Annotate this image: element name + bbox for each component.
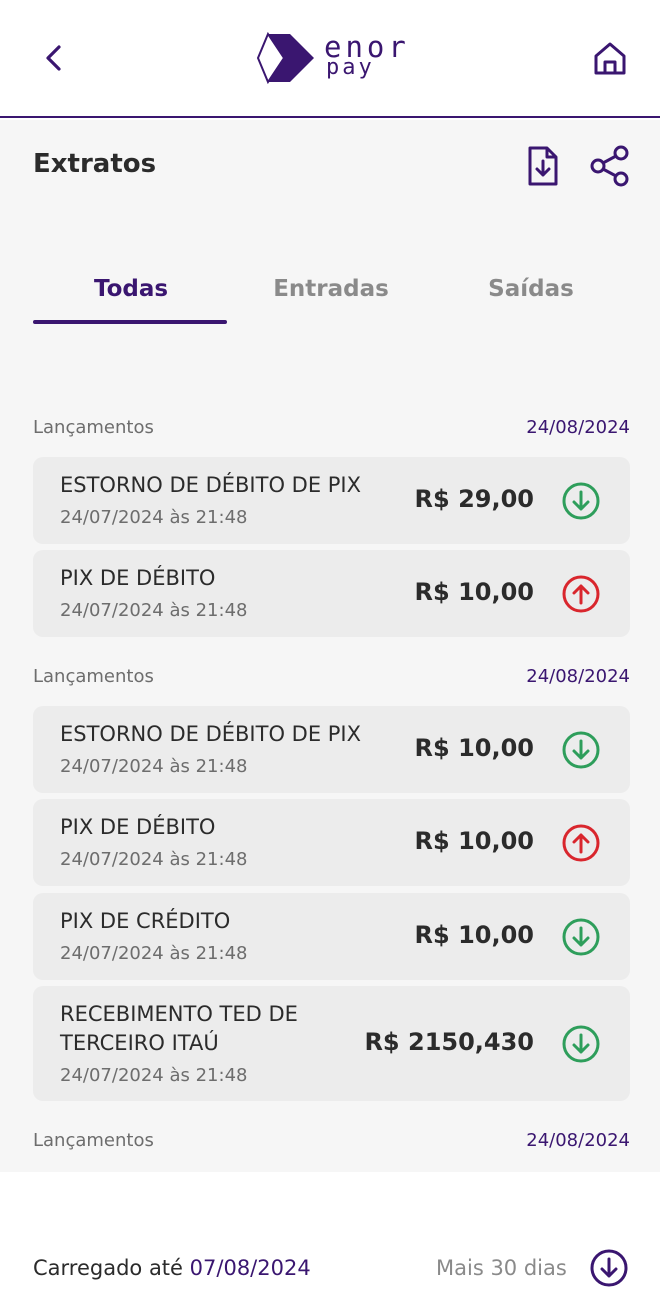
- income-arrow-icon: [562, 1025, 600, 1063]
- filter-tabs: Todas Entradas Saídas: [33, 260, 633, 326]
- expense-arrow-icon: [562, 575, 600, 613]
- transaction-date: 24/07/2024 às 21:48: [60, 507, 248, 528]
- load-more-footer: Carregado até 07/08/2024 Mais 30 dias: [0, 1172, 660, 1294]
- loaded-until-text: Carregado até 07/08/2024: [33, 1256, 311, 1280]
- active-tab-indicator: [33, 320, 227, 324]
- transaction-card[interactable]: PIX DE CRÉDITO 24/07/2024 às 21:48 R$ 10…: [33, 893, 630, 980]
- transaction-title-line-2: TERCEIRO ITAÚ: [60, 1031, 219, 1055]
- logo-mark-icon: [256, 32, 314, 84]
- section-date: 24/08/2024: [526, 666, 630, 687]
- transaction-date: 24/07/2024 às 21:48: [60, 849, 248, 870]
- transaction-card[interactable]: RECEBIMENTO TED DE TERCEIRO ITAÚ 24/07/2…: [33, 986, 630, 1101]
- brand-logo: enor pay: [256, 30, 416, 86]
- income-arrow-icon: [562, 482, 600, 520]
- tab-saidas[interactable]: Saídas: [433, 276, 629, 302]
- section-date: 24/08/2024: [526, 1130, 630, 1151]
- circle-arrow-down-icon[interactable]: [589, 1248, 629, 1288]
- transaction-card[interactable]: ESTORNO DE DÉBITO DE PIX 24/07/2024 às 2…: [33, 457, 630, 544]
- transaction-date: 24/07/2024 às 21:48: [60, 1065, 248, 1086]
- transaction-card[interactable]: ESTORNO DE DÉBITO DE PIX 24/07/2024 às 2…: [33, 706, 630, 793]
- app-header: enor pay: [0, 0, 660, 118]
- download-statement-button[interactable]: [522, 144, 562, 188]
- file-download-icon: [528, 146, 558, 186]
- home-button[interactable]: [588, 36, 632, 80]
- home-icon: [594, 42, 626, 75]
- page-title: Extratos: [33, 149, 157, 179]
- transaction-date: 24/07/2024 às 21:48: [60, 600, 248, 621]
- tab-entradas[interactable]: Entradas: [233, 276, 429, 302]
- section-header: Lançamentos 24/08/2024: [33, 417, 630, 443]
- transaction-amount: R$ 10,00: [414, 578, 534, 606]
- section-date: 24/08/2024: [526, 417, 630, 438]
- transaction-title: PIX DE DÉBITO: [60, 566, 216, 590]
- load-more-link[interactable]: Mais 30 dias: [436, 1256, 567, 1280]
- transaction-title: PIX DE DÉBITO: [60, 815, 216, 839]
- section-label: Lançamentos: [33, 1130, 154, 1151]
- loaded-until-prefix: Carregado até: [33, 1256, 183, 1280]
- transaction-card[interactable]: PIX DE DÉBITO 24/07/2024 às 21:48 R$ 10,…: [33, 550, 630, 637]
- section-label: Lançamentos: [33, 666, 154, 687]
- tab-todas[interactable]: Todas: [33, 276, 229, 302]
- chevron-left-icon: [46, 45, 61, 71]
- transaction-card[interactable]: PIX DE DÉBITO 24/07/2024 às 21:48 R$ 10,…: [33, 799, 630, 886]
- statement-content: Extratos Todas Entradas Saídas Lançament…: [0, 120, 660, 1172]
- transaction-date: 24/07/2024 às 21:48: [60, 756, 248, 777]
- brand-name-bottom: pay: [326, 55, 375, 80]
- loaded-until-date: 07/08/2024: [189, 1256, 311, 1280]
- section-label: Lançamentos: [33, 417, 154, 438]
- transaction-title: ESTORNO DE DÉBITO DE PIX: [60, 473, 362, 497]
- transaction-amount: R$ 10,00: [414, 921, 534, 949]
- back-button[interactable]: [36, 36, 72, 80]
- section-header: Lançamentos 24/08/2024: [33, 1130, 630, 1156]
- transaction-date: 24/07/2024 às 21:48: [60, 943, 248, 964]
- share-button[interactable]: [588, 144, 632, 188]
- transaction-amount: R$ 2150,430: [364, 1028, 534, 1056]
- section-header: Lançamentos 24/08/2024: [33, 666, 630, 692]
- income-arrow-icon: [562, 918, 600, 956]
- transaction-amount: R$ 10,00: [414, 734, 534, 762]
- transaction-amount: R$ 10,00: [414, 827, 534, 855]
- transaction-title: PIX DE CRÉDITO: [60, 909, 231, 933]
- transaction-amount: R$ 29,00: [414, 485, 534, 513]
- share-icon: [590, 145, 629, 187]
- expense-arrow-icon: [562, 824, 600, 862]
- income-arrow-icon: [562, 731, 600, 769]
- transaction-title-line-1: RECEBIMENTO TED DE: [60, 1002, 298, 1026]
- transaction-title: ESTORNO DE DÉBITO DE PIX: [60, 722, 362, 746]
